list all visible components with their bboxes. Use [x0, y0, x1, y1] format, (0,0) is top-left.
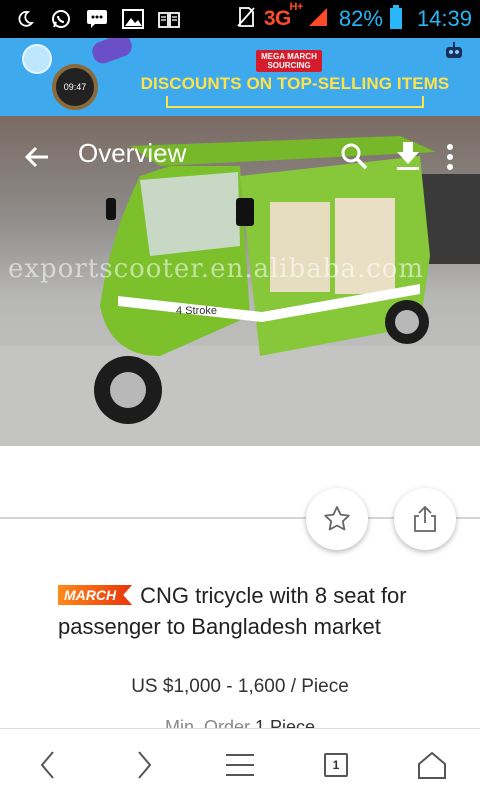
nav-home-button[interactable]: [412, 747, 452, 783]
download-button[interactable]: [394, 140, 422, 172]
more-vert-icon: [447, 144, 453, 170]
whatsapp-icon: [50, 8, 72, 30]
news-icon: [158, 8, 180, 30]
nav-tabs-button[interactable]: 1: [316, 747, 356, 783]
browser-bottom-nav: 1: [0, 728, 480, 800]
tabs-icon: 1: [324, 753, 348, 777]
download-icon: [397, 142, 419, 170]
network-type: 3G H+: [263, 1, 304, 30]
moon-icon: [14, 8, 36, 30]
clock: 14:39: [416, 6, 472, 31]
signal-icon: [307, 6, 329, 33]
product-image[interactable]: 4 Stroke exportscooter.en.alibaba.com Ov…: [0, 116, 480, 446]
watch-face: 09:47: [63, 82, 87, 92]
star-outline-icon: [324, 506, 350, 531]
nav-menu-button[interactable]: [220, 747, 260, 783]
chevron-left-icon: [40, 751, 54, 779]
tag-line-1: MEGA MARCH: [261, 52, 317, 61]
product-title-block: MARCH CNG tricycle with 8 seat for passen…: [58, 580, 458, 642]
more-options-button[interactable]: [440, 142, 460, 172]
status-bar: 3G H+ 82% 14:39: [0, 0, 480, 38]
nav-back-button[interactable]: [28, 747, 68, 783]
mega-march-tag: MEGA MARCH SOURCING: [256, 50, 322, 72]
no-sim-icon: [234, 5, 258, 34]
battery-icon: [389, 4, 403, 34]
robot-icon: [442, 40, 466, 64]
min-order-value: 1 Piece: [255, 717, 316, 728]
back-button[interactable]: [20, 140, 54, 174]
share-button[interactable]: [394, 488, 456, 550]
nav-forward-button[interactable]: [124, 747, 164, 783]
menu-icon: [226, 754, 254, 776]
screen-title: Overview: [78, 138, 187, 168]
image-watermark: exportscooter.en.alibaba.com: [8, 254, 425, 284]
banner-bracket: [166, 96, 424, 108]
battery-percent: 82%: [338, 6, 383, 31]
search-button[interactable]: [340, 142, 368, 170]
pen-graphic: [89, 38, 135, 67]
favorite-button[interactable]: [306, 488, 368, 550]
bubble-graphic: [22, 44, 52, 74]
back-arrow-icon: [24, 146, 48, 168]
chevron-right-icon: [138, 751, 152, 779]
watch-graphic: 09:47: [52, 64, 98, 110]
price-range: US $1,000 - 1,600 / Piece: [131, 676, 349, 697]
banner-headline: DISCOUNTS ON TOP-SELLING ITEMS: [140, 74, 450, 93]
min-order: Min. Order 1 Piece: [0, 716, 480, 728]
chat-icon: [86, 8, 108, 30]
search-icon: [341, 143, 368, 170]
march-badge: MARCH: [58, 585, 133, 605]
promo-banner[interactable]: 09:47 MEGA MARCH SOURCING DISCOUNTS ON T…: [0, 38, 480, 116]
gallery-icon: [122, 8, 144, 30]
svg-text:4 Stroke: 4 Stroke: [176, 305, 217, 317]
action-bar: Overview: [0, 116, 480, 194]
home-icon: [418, 751, 446, 779]
product-details: MARCH CNG tricycle with 8 seat for passen…: [0, 446, 480, 728]
tag-line-2: SOURCING: [267, 61, 311, 70]
min-order-label: Min. Order: [164, 717, 250, 728]
share-icon: [414, 505, 436, 532]
